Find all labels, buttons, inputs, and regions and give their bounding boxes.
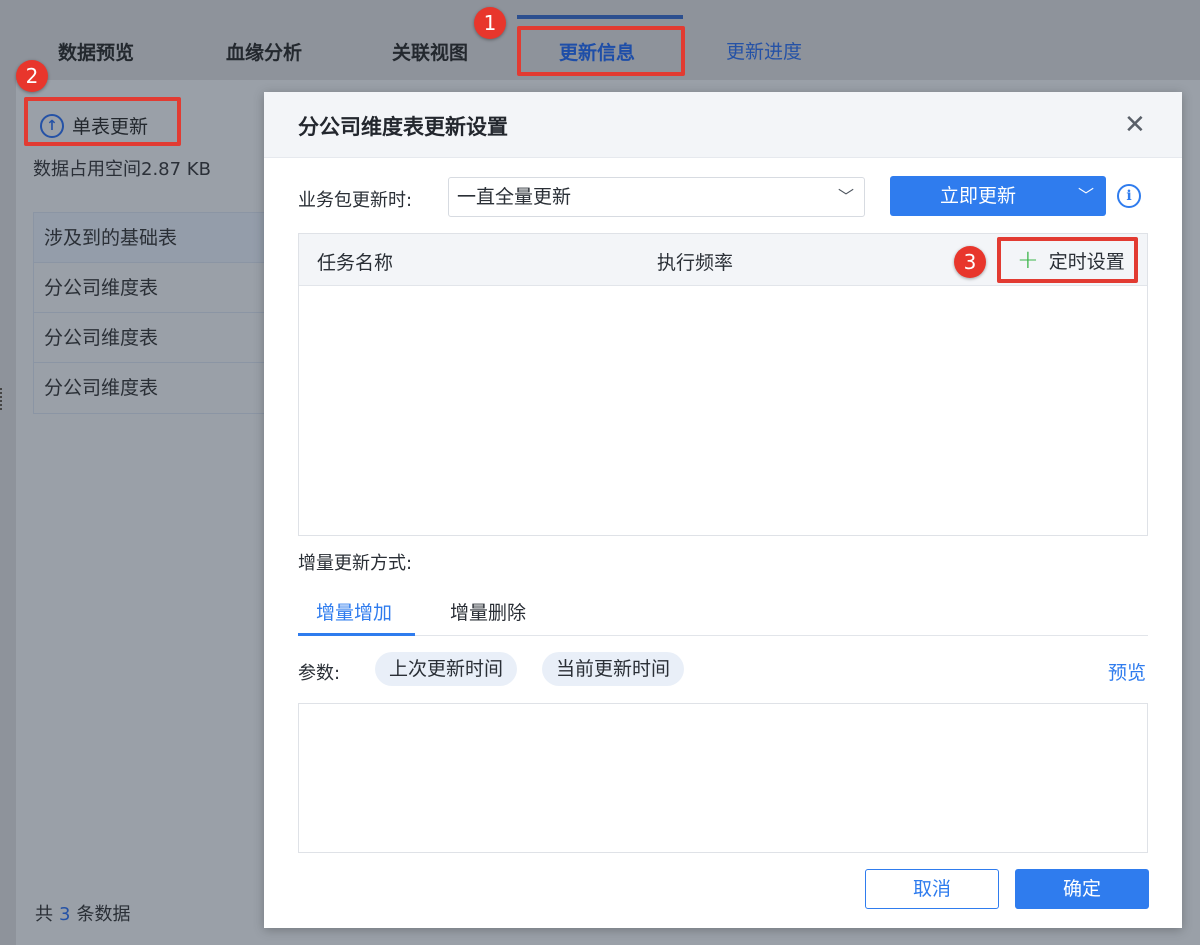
active-tab-indicator [517,15,683,19]
total-prefix: 共 [35,904,53,925]
tab-update-progress[interactable]: 更新进度 [726,37,802,64]
total-suffix: 条数据 [76,904,131,925]
close-icon[interactable]: ✕ [1124,112,1146,138]
tab-relation-view[interactable]: 关联视图 [392,38,468,65]
preview-link[interactable]: 预览 [1108,658,1146,685]
param-chip-last-update[interactable]: 上次更新时间 [375,652,518,686]
sql-textarea[interactable] [298,703,1148,853]
update-now-split-button[interactable]: 立即更新 ﹀ [890,176,1106,216]
chevron-down-icon: ﹀ [837,187,854,206]
callout-box-update-info [517,26,685,76]
active-tab-indicator [298,633,415,636]
resize-handle[interactable] [0,388,4,410]
incremental-tabs: 增量增加 增量删除 [298,590,1148,636]
incremental-update-label: 增量更新方式: [298,553,413,574]
tab-incremental-delete[interactable]: 增量删除 [450,598,526,625]
table-row[interactable]: 分公司维度表 [34,263,265,313]
callout-box-schedule [997,237,1138,283]
info-icon[interactable]: i [1117,184,1141,208]
storage-size-text: 数据占用空间2.87 KB [33,159,211,180]
table-row[interactable]: 分公司维度表 [34,313,265,363]
update-mode-value: 一直全量更新 [457,186,572,208]
callout-box-single-update [24,97,181,146]
tab-incremental-add[interactable]: 增量增加 [316,598,392,625]
update-now-button[interactable]: 立即更新 [890,176,1066,216]
cancel-button[interactable]: 取消 [865,869,999,909]
callout-badge-2: 2 [16,60,48,92]
dialog-title: 分公司维度表更新设置 [298,115,508,139]
update-settings-dialog: 分公司维度表更新设置 ✕ 业务包更新时: 一直全量更新 ﹀ 立即更新 ﹀ i 任… [264,92,1182,928]
total-records-text: 共 3 条数据 [35,900,130,926]
base-table-list: 涉及到的基础表 分公司维度表 分公司维度表 分公司维度表 [33,212,265,414]
param-label: 参数: [298,663,341,684]
tab-lineage-analysis[interactable]: 血缘分析 [226,38,302,65]
base-table-header: 涉及到的基础表 [34,213,265,263]
total-count: 3 [59,904,71,925]
table-row[interactable]: 分公司维度表 [34,363,265,413]
chevron-down-icon[interactable]: ﹀ [1066,176,1106,216]
callout-badge-1: 1 [474,7,506,39]
tab-data-preview[interactable]: 数据预览 [58,38,134,65]
update-mode-label: 业务包更新时: [298,190,413,211]
column-header-frequency: 执行频率 [657,252,734,274]
update-mode-select[interactable]: 一直全量更新 ﹀ [448,177,865,217]
callout-badge-3: 3 [954,246,986,278]
param-chip-current-update[interactable]: 当前更新时间 [542,652,685,686]
column-header-task-name: 任务名称 [317,252,394,274]
confirm-button[interactable]: 确定 [1015,869,1149,909]
dialog-header: 分公司维度表更新设置 ✕ [264,92,1182,158]
